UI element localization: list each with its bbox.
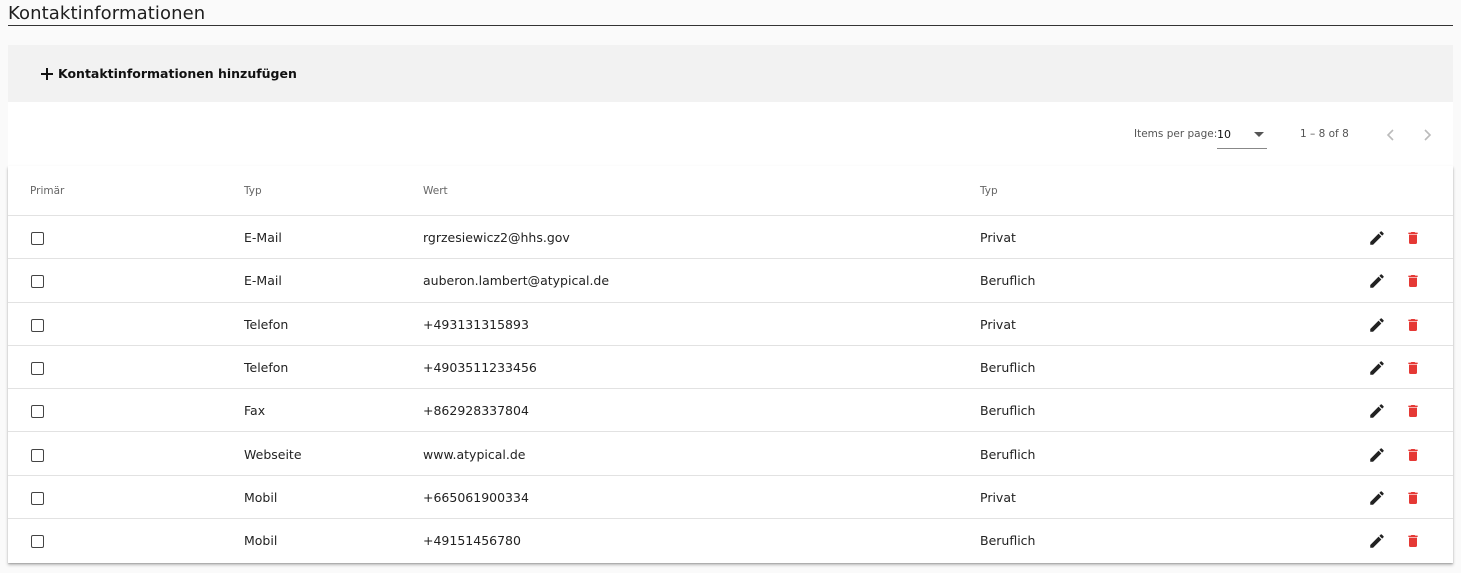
cell-typ: Telefon [244,359,289,375]
paginator: Items per page: 10 1 – 8 of 8 [8,102,1453,166]
header-primaer: Primär [30,185,65,197]
cell-typ: E-Mail [244,230,282,245]
cell-typ: Mobil [244,489,278,505]
plus-icon [41,67,53,80]
cell-wert: +665061900334 [423,489,529,505]
cell-kategorie: Beruflich [980,533,1036,549]
cell-wert: auberon.lambert@atypical.de [423,273,610,289]
pencil-icon[interactable] [1368,316,1386,334]
table-header: Primär Typ Wert Typ [8,166,1453,216]
items-per-page-value: 10 [1217,128,1231,141]
add-contact-label: Kontaktinformationen hinzufügen [58,66,297,81]
primary-checkbox[interactable] [31,535,44,549]
table-row: Mobil +49151456780 Beruflich [8,519,1453,562]
header-typ: Typ [244,185,262,197]
cell-kategorie: Privat [980,230,1016,245]
toolbar: Kontaktinformationen hinzufügen [8,45,1453,102]
cell-typ: Fax [244,403,266,419]
trash-icon[interactable] [1405,316,1421,334]
header-kategorie: Typ [980,185,998,197]
pencil-icon[interactable] [1368,359,1386,377]
cell-typ: Webseite [244,446,302,462]
trash-icon[interactable] [1405,229,1421,247]
table-row: Telefon +4903511233456 Beruflich [8,346,1453,390]
cell-kategorie: Privat [980,489,1016,505]
pencil-icon[interactable] [1368,446,1386,464]
contacts-table: Primär Typ Wert Typ E-Mail rgrzesiewicz2@… [8,166,1453,563]
primary-checkbox[interactable] [31,232,44,245]
trash-icon[interactable] [1405,489,1421,507]
range-label: 1 – 8 of 8 [1300,128,1349,140]
pencil-icon[interactable] [1368,272,1386,290]
cell-kategorie: Beruflich [980,446,1036,462]
items-per-page-select[interactable]: 10 [1217,122,1267,149]
table-row: E-Mail rgrzesiewicz2@hhs.gov Privat [8,216,1453,260]
trash-icon[interactable] [1405,359,1421,377]
primary-checkbox[interactable] [31,448,44,462]
items-per-page-label: Items per page: [1134,128,1218,140]
page-title: Kontaktinformationen [8,3,206,24]
title-divider [8,25,1453,26]
primary-checkbox[interactable] [31,318,44,332]
add-contact-button[interactable]: Kontaktinformationen hinzufügen [40,66,297,81]
table-row: Fax +862928337804 Beruflich [8,389,1453,433]
cell-typ: E-Mail [244,273,282,289]
cell-wert: +493131315893 [423,316,529,332]
table-row: Telefon +493131315893 Privat [8,303,1453,346]
caret-down-icon [1254,132,1264,137]
primary-checkbox[interactable] [31,405,44,419]
cell-kategorie: Beruflich [980,403,1036,419]
trash-icon[interactable] [1405,402,1421,420]
header-wert: Wert [423,185,448,197]
primary-checkbox[interactable] [31,361,44,375]
cell-wert: www.atypical.de [423,446,526,462]
primary-checkbox[interactable] [31,275,44,289]
cell-wert: +4903511233456 [423,359,537,375]
pencil-icon[interactable] [1368,532,1386,550]
cell-kategorie: Beruflich [980,273,1036,289]
cell-kategorie: Beruflich [980,359,1036,375]
table-row: Webseite www.atypical.de Beruflich [8,433,1453,476]
cell-typ: Telefon [244,316,289,332]
pencil-icon[interactable] [1368,489,1386,507]
primary-checkbox[interactable] [31,491,44,505]
trash-icon[interactable] [1405,532,1421,550]
cell-wert: rgrzesiewicz2@hhs.gov [423,230,570,245]
cell-typ: Mobil [244,533,278,549]
pencil-icon[interactable] [1368,229,1386,247]
chevron-left-icon[interactable] [1382,126,1400,144]
cell-wert: +862928337804 [423,403,529,419]
trash-icon[interactable] [1405,446,1421,464]
table-row: E-Mail auberon.lambert@atypical.de Berufli… [8,259,1453,303]
chevron-right-icon[interactable] [1418,126,1436,144]
trash-icon[interactable] [1405,272,1421,290]
cell-wert: +49151456780 [423,533,521,549]
table-row: Mobil +665061900334 Privat [8,476,1453,520]
pencil-icon[interactable] [1368,402,1386,420]
cell-kategorie: Privat [980,316,1016,332]
